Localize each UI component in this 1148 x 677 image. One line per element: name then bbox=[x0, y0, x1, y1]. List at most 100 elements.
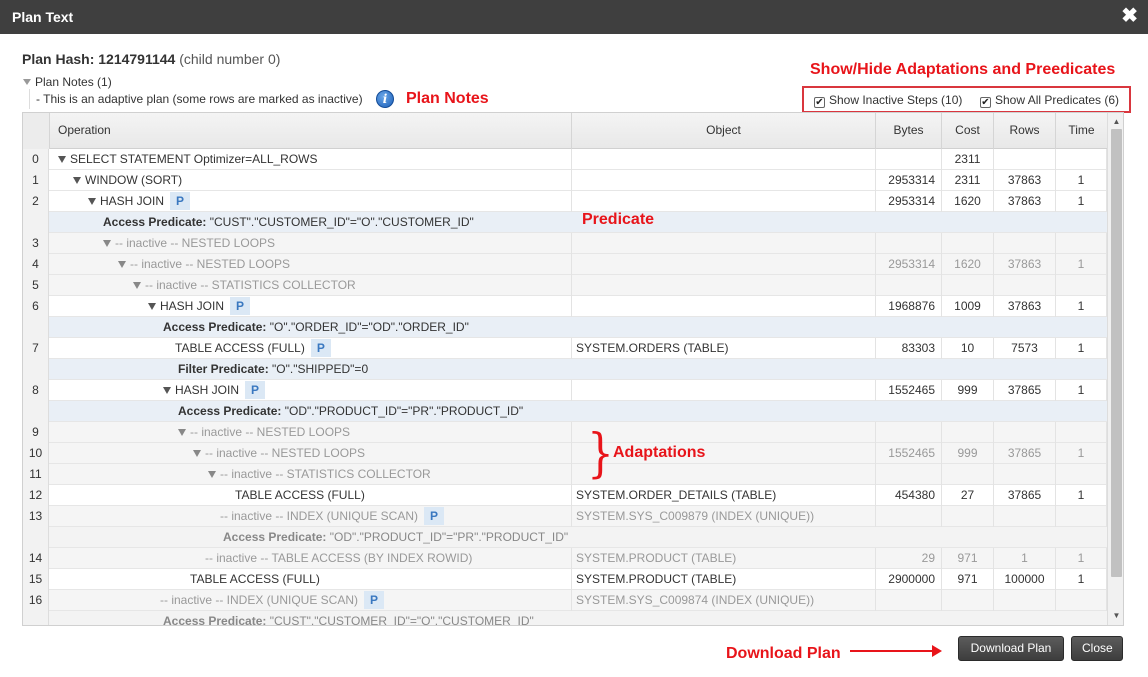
info-icon[interactable]: i bbox=[376, 90, 394, 108]
predicate-badge[interactable]: P bbox=[310, 339, 331, 357]
predicate-row[interactable]: Access Predicate: "O"."ORDER_ID"="OD"."O… bbox=[23, 317, 1107, 338]
time-cell: 1 bbox=[1056, 191, 1107, 212]
table-row[interactable]: 15 TABLE ACCESS (FULL) SYSTEM.PRODUCT (TAB… bbox=[23, 569, 1107, 590]
operation-text: WINDOW (SORT) bbox=[85, 173, 183, 187]
rows-cell: 37863 bbox=[994, 254, 1056, 275]
show-inactive-steps-option[interactable]: ✔ Show Inactive Steps (10) bbox=[814, 93, 962, 108]
cost-cell: 971 bbox=[942, 569, 994, 590]
table-row[interactable]: 5 -- inactive -- STATISTICS COLLECTOR bbox=[23, 275, 1107, 296]
expand-triangle-icon[interactable] bbox=[88, 198, 96, 205]
predicate-badge[interactable]: P bbox=[170, 192, 191, 210]
header-rows[interactable]: Rows bbox=[994, 113, 1056, 149]
bytes-cell: 2953314 bbox=[876, 191, 942, 212]
object-cell: SYSTEM.ORDER_DETAILS (TABLE) bbox=[572, 485, 876, 506]
expand-triangle-icon[interactable] bbox=[133, 282, 141, 289]
predicate-row[interactable]: Access Predicate: "OD"."PRODUCT_ID"="PR"… bbox=[23, 527, 1107, 548]
download-plan-button[interactable]: Download Plan bbox=[958, 636, 1064, 661]
expand-triangle-icon[interactable] bbox=[103, 240, 111, 247]
row-number: 10 bbox=[23, 443, 49, 464]
rows-cell bbox=[994, 464, 1056, 485]
grid-body: 0 SELECT STATEMENT Optimizer=ALL_ROWS 2311… bbox=[23, 149, 1107, 626]
predicate-label: Access Predicate: bbox=[163, 614, 267, 626]
operation-text: HASH JOIN bbox=[100, 194, 165, 208]
predicate-badge[interactable]: P bbox=[364, 591, 385, 609]
predicate-row[interactable]: Filter Predicate: "O"."SHIPPED"=0 bbox=[23, 359, 1107, 380]
annotation-show-hide: Show/Hide Adaptations and Preedicates bbox=[810, 61, 1116, 78]
close-icon[interactable]: ✖ bbox=[1121, 4, 1138, 28]
table-row[interactable]: 7 TABLE ACCESS (FULL) P SYSTEM.ORDERS (TABL… bbox=[23, 338, 1107, 359]
header-operation[interactable]: Operation bbox=[50, 113, 572, 149]
show-all-predicates-option[interactable]: ✔ Show All Predicates (6) bbox=[980, 93, 1119, 108]
table-row[interactable]: 13 -- inactive -- INDEX (UNIQUE SCAN) P SYS… bbox=[23, 506, 1107, 527]
bytes-cell: 29 bbox=[876, 548, 942, 569]
table-row[interactable]: 14 -- inactive -- TABLE ACCESS (BY INDEX … bbox=[23, 548, 1107, 569]
operation-text: -- inactive -- TABLE ACCESS (BY INDEX RO… bbox=[205, 551, 473, 565]
predicate-badge[interactable]: P bbox=[230, 297, 251, 315]
table-row[interactable]: 10 -- inactive -- NESTED LOOPS 1552465 999 3… bbox=[23, 443, 1107, 464]
scroll-down-icon[interactable]: ▼ bbox=[1108, 609, 1123, 623]
show-inactive-checkbox[interactable]: ✔ bbox=[814, 97, 825, 108]
show-predicates-label: Show All Predicates (6) bbox=[995, 93, 1120, 107]
table-row[interactable]: 11 -- inactive -- STATISTICS COLLECTOR bbox=[23, 464, 1107, 485]
predicate-badge[interactable]: P bbox=[424, 507, 445, 525]
table-row[interactable]: 1 WINDOW (SORT) 2953314 2311 37863 1 bbox=[23, 170, 1107, 191]
expand-triangle-icon[interactable] bbox=[208, 471, 216, 478]
expand-triangle-icon[interactable] bbox=[73, 177, 81, 184]
operation-text: TABLE ACCESS (FULL) bbox=[175, 341, 305, 355]
close-button[interactable]: Close bbox=[1071, 636, 1123, 661]
time-cell bbox=[1056, 464, 1107, 485]
annotation-plan-notes: Plan Notes bbox=[406, 90, 489, 107]
bytes-cell: 1552465 bbox=[876, 380, 942, 401]
table-row[interactable]: 8 HASH JOIN P 1552465 999 37865 1 bbox=[23, 380, 1107, 401]
time-cell bbox=[1056, 275, 1107, 296]
operation-text: -- inactive -- INDEX (UNIQUE SCAN) bbox=[220, 509, 419, 523]
table-row[interactable]: 9 -- inactive -- NESTED LOOPS bbox=[23, 422, 1107, 443]
plan-notes-toggle[interactable]: Plan Notes (1) bbox=[23, 75, 112, 89]
vertical-scrollbar[interactable]: ▲ ▼ bbox=[1107, 113, 1123, 625]
header-bytes[interactable]: Bytes bbox=[876, 113, 942, 149]
cost-cell: 971 bbox=[942, 548, 994, 569]
predicate-row[interactable]: Access Predicate: "CUST"."CUSTOMER_ID"="… bbox=[23, 611, 1107, 626]
expand-triangle-icon[interactable] bbox=[148, 303, 156, 310]
header-time[interactable]: Time bbox=[1056, 113, 1107, 149]
operation-cell: SELECT STATEMENT Optimizer=ALL_ROWS bbox=[50, 149, 572, 170]
predicate-row[interactable]: Access Predicate: "CUST"."CUSTOMER_ID"="… bbox=[23, 212, 1107, 233]
predicate-badge[interactable]: P bbox=[245, 381, 266, 399]
row-number bbox=[23, 401, 49, 422]
expand-triangle-icon[interactable] bbox=[178, 429, 186, 436]
rows-cell: 37865 bbox=[994, 485, 1056, 506]
table-row[interactable]: 3 -- inactive -- NESTED LOOPS bbox=[23, 233, 1107, 254]
table-row[interactable]: 4 -- inactive -- NESTED LOOPS 2953314 1620 3… bbox=[23, 254, 1107, 275]
bytes-cell bbox=[876, 464, 942, 485]
bytes-cell bbox=[876, 506, 942, 527]
header-object[interactable]: Object bbox=[572, 113, 876, 149]
expand-triangle-icon[interactable] bbox=[163, 387, 171, 394]
expand-triangle-icon[interactable] bbox=[58, 156, 66, 163]
table-row[interactable]: 12 TABLE ACCESS (FULL) SYSTEM.ORDER_DETAIL… bbox=[23, 485, 1107, 506]
plan-hash-label: Plan Hash: bbox=[22, 51, 95, 67]
predicate-expression: "OD"."PRODUCT_ID"="PR"."PRODUCT_ID" bbox=[329, 530, 569, 544]
table-row[interactable]: 6 HASH JOIN P 1968876 1009 37863 1 bbox=[23, 296, 1107, 317]
predicate-row[interactable]: Access Predicate: "OD"."PRODUCT_ID"="PR"… bbox=[23, 401, 1107, 422]
operation-text: TABLE ACCESS (FULL) bbox=[190, 572, 320, 586]
header-cost[interactable]: Cost bbox=[942, 113, 994, 149]
bytes-cell: 2953314 bbox=[876, 170, 942, 191]
operation-cell: -- inactive -- STATISTICS COLLECTOR bbox=[50, 275, 572, 296]
operation-cell: HASH JOIN P bbox=[50, 380, 572, 401]
scroll-thumb[interactable] bbox=[1111, 129, 1122, 577]
predicate-text: Access Predicate: "OD"."PRODUCT_ID"="PR"… bbox=[223, 527, 568, 547]
expand-triangle-icon[interactable] bbox=[193, 450, 201, 457]
table-row[interactable]: 16 -- inactive -- INDEX (UNIQUE SCAN) P SYS… bbox=[23, 590, 1107, 611]
bytes-cell bbox=[876, 590, 942, 611]
rows-cell: 37863 bbox=[994, 170, 1056, 191]
show-predicates-checkbox[interactable]: ✔ bbox=[980, 97, 991, 108]
object-cell bbox=[572, 380, 876, 401]
rows-cell bbox=[994, 422, 1056, 443]
expand-triangle-icon[interactable] bbox=[118, 261, 126, 268]
plan-hash-value: 1214791144 bbox=[98, 51, 176, 67]
cost-cell bbox=[942, 464, 994, 485]
table-row[interactable]: 0 SELECT STATEMENT Optimizer=ALL_ROWS 2311 bbox=[23, 149, 1107, 170]
table-row[interactable]: 2 HASH JOIN P 2953314 1620 37863 1 bbox=[23, 191, 1107, 212]
predicate-label: Access Predicate: bbox=[223, 530, 327, 544]
scroll-up-icon[interactable]: ▲ bbox=[1108, 115, 1123, 129]
